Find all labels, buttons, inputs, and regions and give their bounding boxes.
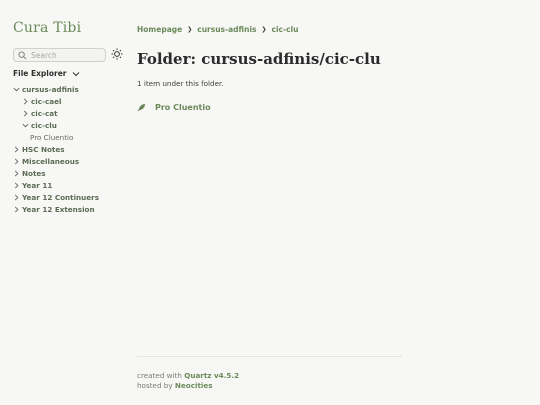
sun-icon[interactable]: [111, 48, 123, 60]
folder-label: cic-clu: [31, 120, 57, 130]
created-prefix: created with: [137, 371, 182, 380]
folder-label: HSC Notes: [22, 144, 65, 154]
search-placeholder: Search: [31, 50, 57, 60]
footer: created with Quartz v4.5.2 hosted by Neo…: [137, 371, 239, 391]
chevron-right-icon: [23, 98, 28, 104]
chevron-right-icon: [14, 170, 19, 176]
footer-divider: [137, 356, 402, 357]
folder-list-item[interactable]: Pro Cluentio: [137, 102, 211, 112]
chevron-right-icon: [14, 158, 19, 164]
chevron-right-icon: ❯: [187, 26, 193, 33]
hosted-prefix: hosted by: [137, 381, 173, 390]
breadcrumb-cic-clu[interactable]: cic-clu: [272, 25, 299, 34]
folder-label: Year 12 Extension: [22, 204, 95, 214]
file-tree: cursus-adfinis cic-cael cic-cat cic-clu …: [13, 83, 128, 215]
folder-cursus-adfinis[interactable]: cursus-adfinis: [13, 83, 128, 95]
chevron-down-icon: [13, 87, 20, 91]
breadcrumb-home[interactable]: Homepage: [137, 25, 182, 34]
chevron-right-icon: ❯: [261, 26, 267, 33]
site-title[interactable]: Cura Tibi: [13, 20, 81, 36]
search-input[interactable]: Search: [13, 48, 106, 62]
file-pro-cluentio[interactable]: Pro Cluentio: [13, 131, 128, 143]
folder-cic-cael[interactable]: cic-cael: [13, 95, 128, 107]
folder-hsc-notes[interactable]: HSC Notes: [13, 143, 128, 155]
folder-label: cic-cael: [31, 96, 62, 106]
folder-year-12-extension[interactable]: Year 12 Extension: [13, 203, 128, 215]
file-label: Pro Cluentio: [30, 132, 74, 142]
search-icon: [18, 50, 27, 59]
folder-year-11[interactable]: Year 11: [13, 179, 128, 191]
folder-year-12-continuers[interactable]: Year 12 Continuers: [13, 191, 128, 203]
chevron-right-icon: [14, 206, 19, 212]
page-title: Folder: cursus-adfinis/cic-clu: [137, 50, 381, 68]
folder-label: Notes: [22, 168, 46, 178]
folder-cic-clu[interactable]: cic-clu: [13, 119, 128, 131]
chevron-right-icon: [14, 146, 19, 152]
chevron-right-icon: [14, 182, 19, 188]
folder-label: Miscellaneous: [22, 156, 80, 166]
explorer-heading: File Explorer: [13, 69, 67, 78]
breadcrumb-cursus-adfinis[interactable]: cursus-adfinis: [197, 25, 256, 34]
folder-label: Year 11: [22, 180, 53, 190]
leaf-icon: [137, 104, 145, 112]
folder-notes[interactable]: Notes: [13, 167, 128, 179]
chevron-down-icon: [72, 71, 79, 76]
folder-label: cic-cat: [31, 108, 58, 118]
breadcrumb: Homepage ❯ cursus-adfinis ❯ cic-clu: [137, 25, 298, 34]
folder-miscellaneous[interactable]: Miscellaneous: [13, 155, 128, 167]
item-count: 1 item under this folder.: [137, 79, 224, 88]
chevron-right-icon: [14, 194, 19, 200]
folder-label: cursus-adfinis: [22, 84, 79, 94]
quartz-link[interactable]: Quartz v4.5.2: [184, 371, 239, 380]
chevron-down-icon: [22, 123, 29, 127]
chevron-right-icon: [23, 110, 28, 116]
explorer-toggle[interactable]: File Explorer: [13, 69, 80, 78]
folder-cic-cat[interactable]: cic-cat: [13, 107, 128, 119]
item-link[interactable]: Pro Cluentio: [155, 103, 211, 112]
neocities-link[interactable]: Neocities: [175, 381, 213, 390]
folder-label: Year 12 Continuers: [22, 192, 99, 202]
